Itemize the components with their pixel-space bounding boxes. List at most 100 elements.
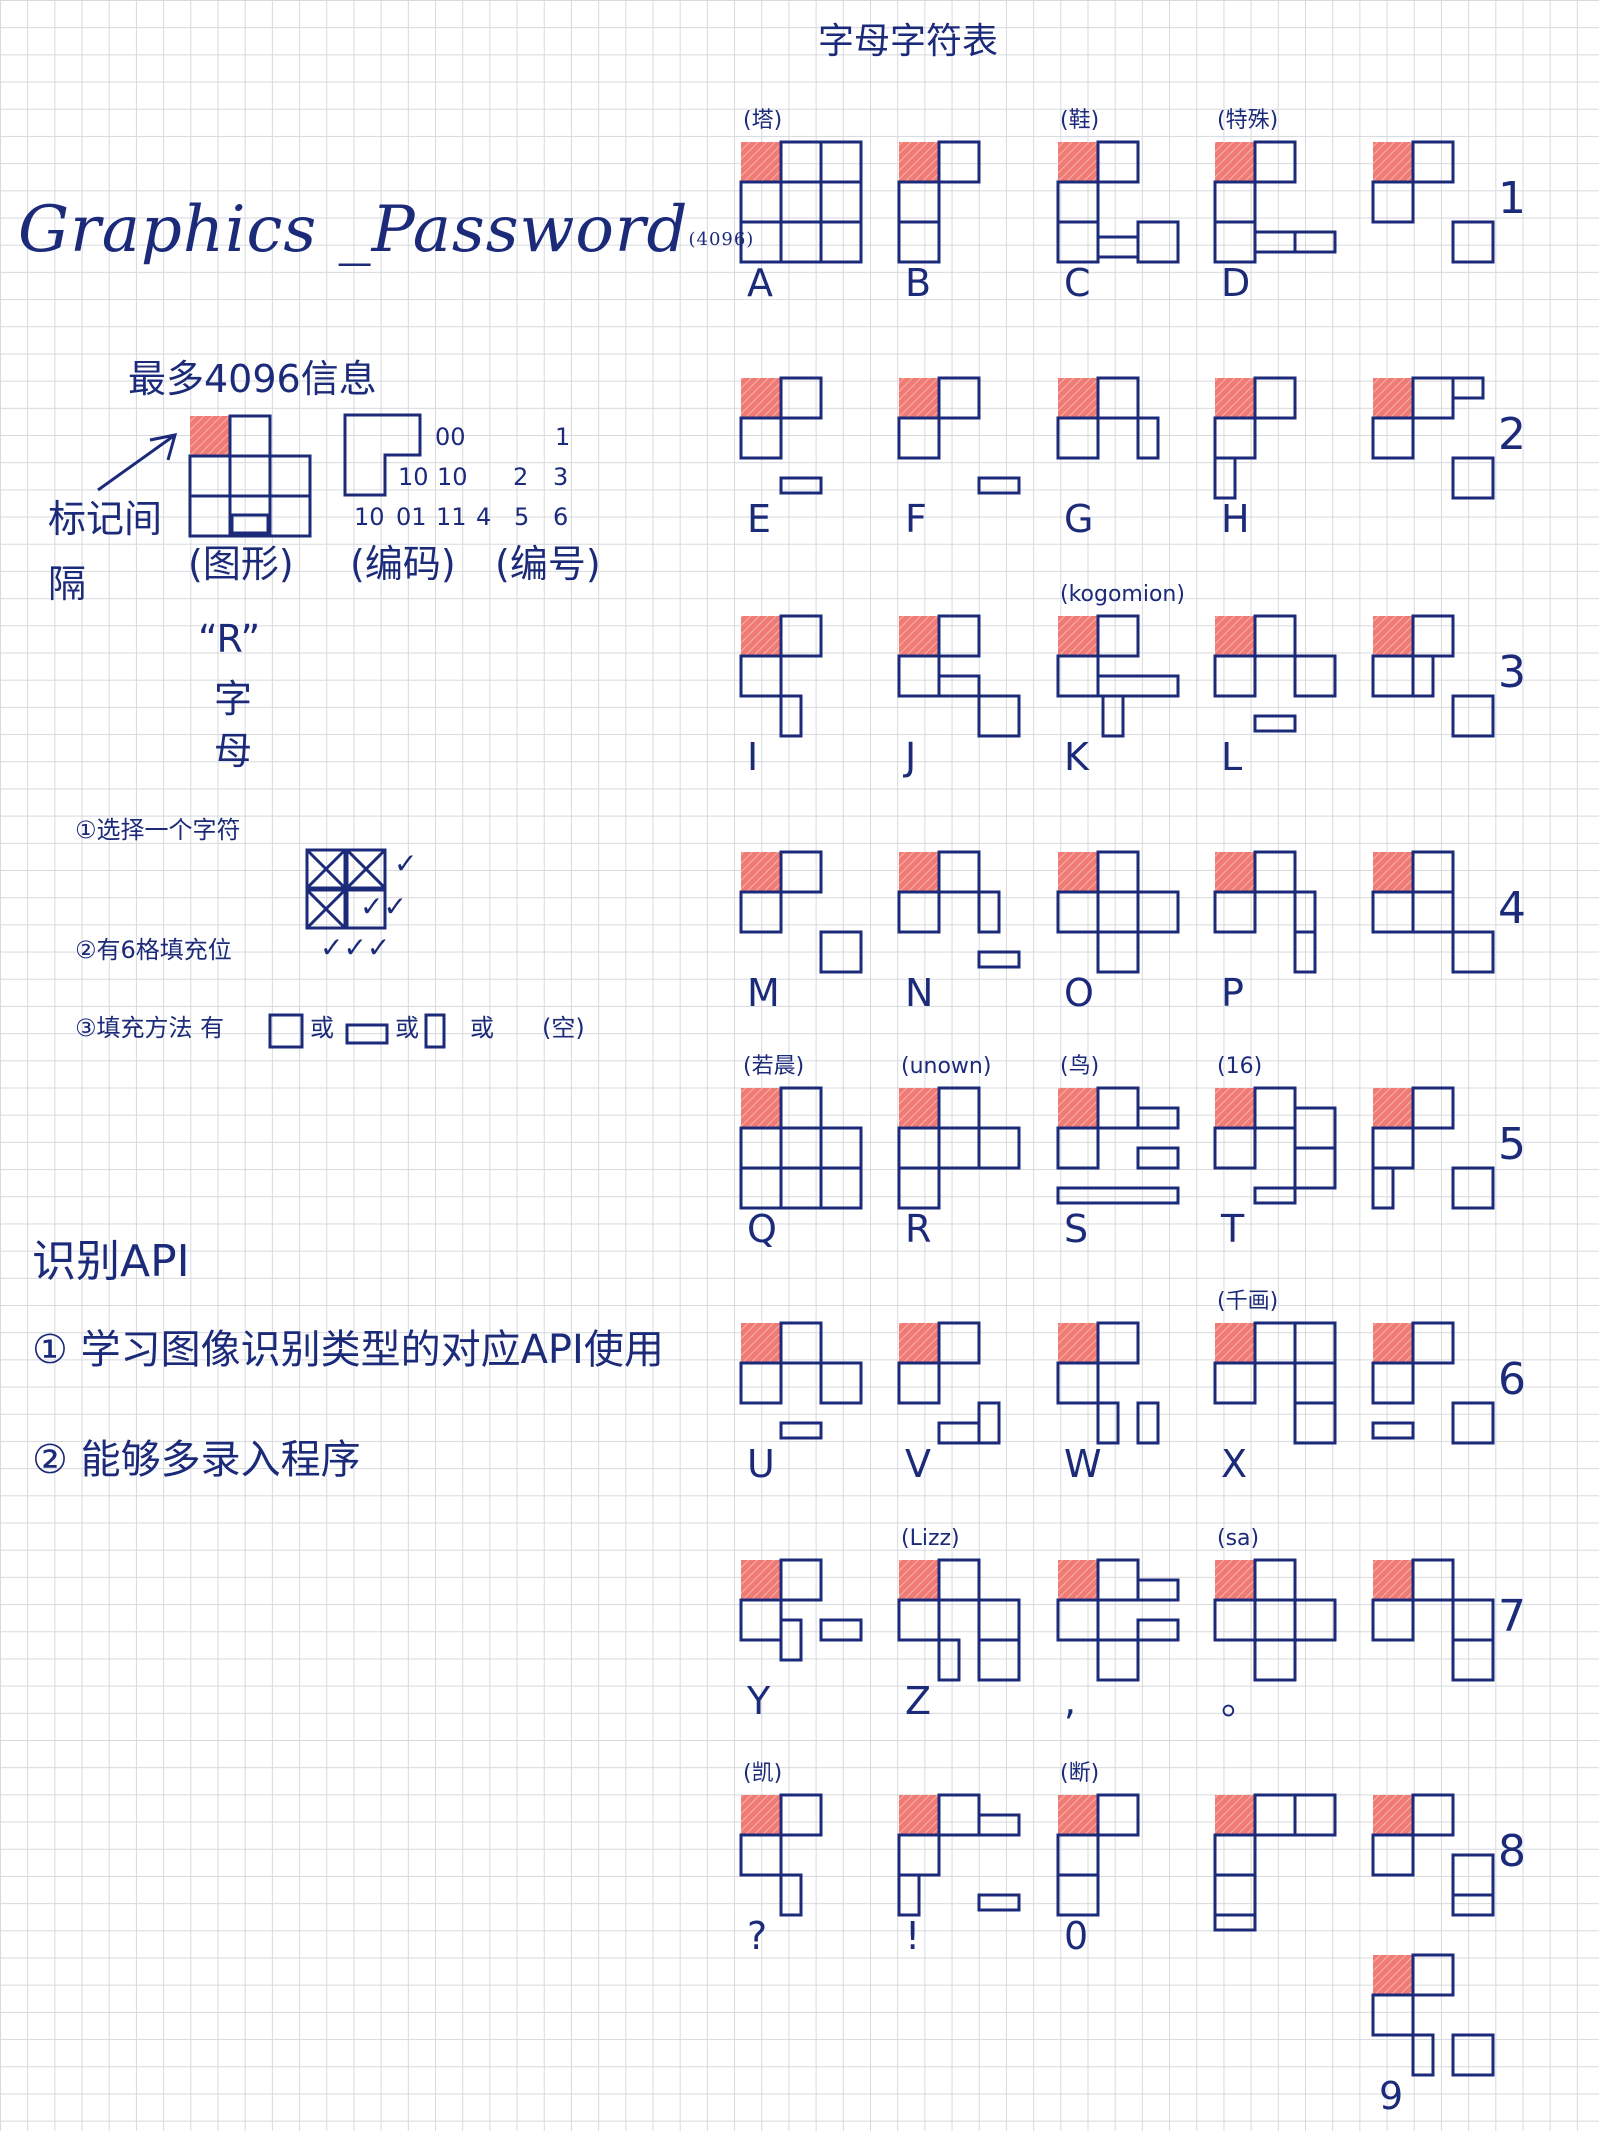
grid-cell (1056, 1126, 1100, 1170)
grid-cell (1371, 890, 1415, 934)
character-card (1371, 850, 1495, 974)
character-note: (unown) (901, 1054, 992, 1079)
cross-mark (305, 848, 347, 890)
fill-piece (1213, 1873, 1257, 1917)
marker-cell (1058, 1088, 1098, 1128)
fill-piece (739, 220, 783, 264)
character-card (739, 1558, 863, 1662)
grid-cell (739, 890, 783, 934)
grid-cell (779, 1793, 823, 1837)
character-note: (kogomion) (1060, 582, 1185, 607)
grid-cell (1411, 140, 1455, 184)
grid-cell (1253, 140, 1297, 184)
character-label: M (747, 971, 780, 1015)
character-card (1371, 1558, 1495, 1682)
fill-piece (1293, 1401, 1337, 1445)
character-label: F (905, 497, 927, 541)
fill-piece (819, 1618, 863, 1642)
marker-cell (899, 378, 939, 418)
marker-cell (899, 1560, 939, 1600)
character-label: ? (747, 1914, 768, 1958)
grid-cell (1056, 1361, 1100, 1405)
fill-piece (1293, 930, 1317, 974)
marker-cell (741, 1560, 781, 1600)
grid-cell (1096, 376, 1140, 420)
marker-cell (741, 378, 781, 418)
character-card (1371, 1321, 1495, 1445)
fill-piece (779, 476, 823, 495)
grid-cell (228, 414, 272, 458)
grid-cell (1096, 1086, 1140, 1130)
marker-cell (1373, 1088, 1413, 1128)
character-card (897, 1321, 1001, 1445)
cross-mark (345, 848, 387, 890)
grid-cell (1371, 1993, 1415, 2037)
row-number: 6 (1498, 1354, 1526, 1405)
character-label: G (1064, 497, 1094, 541)
character-card (1371, 1086, 1495, 1210)
fill-piece (1253, 1186, 1297, 1205)
grid-cell (779, 1558, 823, 1602)
character-label: B (905, 261, 932, 305)
grid-cell (1411, 1953, 1455, 1997)
grid-cell (1253, 376, 1297, 420)
marker-cell (741, 616, 781, 656)
character-label: N (905, 971, 934, 1015)
marker-cell (741, 1323, 781, 1363)
character-card (897, 376, 1021, 495)
character-card (1056, 850, 1180, 974)
grid-cell (937, 1793, 981, 1837)
fill-piece (779, 220, 823, 264)
grid-cell (937, 376, 981, 420)
character-card (1213, 1086, 1337, 1205)
marker-cell (1058, 1323, 1098, 1363)
fill-piece (1293, 1598, 1337, 1642)
fill-piece (1451, 2033, 1495, 2077)
row-number: 2 (1498, 409, 1526, 460)
grid-cell (268, 494, 312, 538)
fill-piece (1451, 220, 1495, 264)
fill-piece (1213, 220, 1257, 264)
grid-cell (1056, 1598, 1100, 1642)
grid-cell (779, 850, 823, 894)
fill-piece (1136, 1578, 1180, 1602)
marker-cell (899, 852, 939, 892)
character-label: Q (747, 1207, 777, 1251)
grid-cell (1213, 1833, 1257, 1877)
grid-cell (739, 654, 783, 698)
grid-cell (897, 654, 941, 698)
marker-cell (1373, 1795, 1413, 1835)
fill-piece (1451, 1853, 1495, 1897)
grid-cell (1411, 1558, 1455, 1602)
character-note: (鸟) (1060, 1054, 1100, 1079)
grid-cell (1213, 180, 1257, 224)
fill-piece (977, 1813, 1021, 1837)
fill-piece (739, 1166, 783, 1210)
fill-piece (1371, 1421, 1415, 1440)
fill-piece (977, 1638, 1021, 1682)
row-number: 1 (1498, 173, 1526, 224)
fill-piece (1293, 1361, 1337, 1405)
character-label: A (747, 261, 773, 305)
fill-piece (1253, 230, 1297, 254)
fill-piece (779, 1421, 823, 1440)
grid-cell (1253, 1086, 1297, 1130)
grid-cell (937, 614, 981, 658)
fill-piece (1253, 1638, 1297, 1682)
character-label: E (747, 497, 772, 541)
fill-piece (1213, 1913, 1257, 1932)
grid-cell (1096, 1793, 1140, 1837)
character-card (1213, 614, 1337, 733)
character-card (1213, 1558, 1337, 1682)
fill-piece (1136, 416, 1160, 460)
marker-cell (1058, 1795, 1098, 1835)
grid-cell (1213, 890, 1257, 934)
character-label: S (1064, 1207, 1089, 1251)
character-card (897, 614, 1021, 738)
grid-cell (1096, 850, 1140, 894)
character-card (1371, 1793, 1495, 1917)
fill-piece (1451, 930, 1495, 974)
grid-cell (779, 140, 823, 184)
fill-bar-icon (345, 1023, 389, 1045)
fill-piece (1451, 1166, 1495, 1210)
